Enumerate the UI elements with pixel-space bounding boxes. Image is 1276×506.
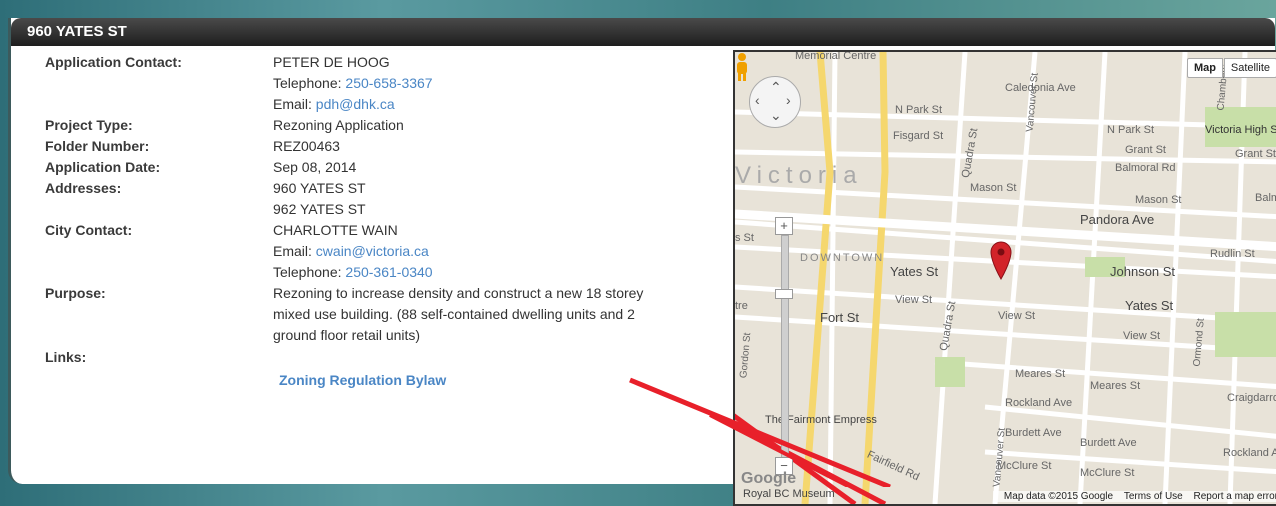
street-label: View St (895, 294, 933, 306)
pan-up-icon[interactable]: ⌃ (770, 79, 782, 96)
street-label: Memorial Centre (795, 50, 877, 62)
city-phone-link[interactable]: 250-361-0340 (345, 264, 432, 280)
city-contact-name: CHARLOTTE WAIN (273, 222, 398, 238)
application-contact-name: PETER DE HOOG (273, 54, 390, 70)
pegman-icon[interactable] (735, 52, 749, 82)
page-title: 960 YATES ST (27, 23, 127, 40)
location-marker-icon[interactable] (989, 240, 1013, 280)
project-type-value: Rezoning Application (273, 117, 404, 133)
street-label: McClure St (997, 460, 1052, 472)
purpose-line-1: Rezoning to increase density and constru… (273, 285, 644, 301)
application-contact-phone: Telephone: 250-658-3367 (273, 75, 433, 91)
street-label: Rockland Ave (1005, 397, 1073, 409)
purpose-line-3: ground floor retail units) (273, 327, 421, 343)
street-label: Burdett Ave (1005, 427, 1062, 439)
purpose-label: Purpose: (45, 285, 106, 301)
project-type-label: Project Type: (45, 117, 133, 133)
city-contact-phone: Telephone: 250-361-0340 (273, 264, 433, 280)
street-label: Grant St (1125, 144, 1166, 156)
links-label: Links: (45, 349, 87, 365)
address-2: 962 YATES ST (273, 201, 366, 217)
application-date-value: Sep 08, 2014 (273, 159, 357, 175)
map-type-map-button[interactable]: Map (1187, 58, 1223, 78)
zoom-slider-thumb[interactable] (775, 289, 793, 299)
street-label: Fort St (820, 310, 860, 325)
street-label: Yates St (890, 264, 939, 279)
place-label: Royal BC Museum (743, 488, 835, 500)
street-label: Yates St (1125, 298, 1174, 313)
street-label: Mason St (1135, 194, 1182, 206)
pan-left-icon[interactable]: ‹ (755, 92, 760, 108)
zoom-slider[interactable] (781, 235, 789, 459)
street-label: Rudlin St (1210, 248, 1255, 260)
street-label: Johnson St (1110, 264, 1176, 279)
zoom-in-button[interactable]: + (775, 217, 793, 235)
location-map[interactable]: Memorial Centre Caledonia Ave N Park St … (733, 50, 1276, 506)
street-label: Craigdarro (1227, 392, 1276, 404)
street-label: tre (735, 300, 748, 312)
application-date-label: Application Date: (45, 159, 161, 175)
application-contact-label: Application Contact: (45, 54, 182, 70)
area-label: DOWNTOWN (800, 252, 885, 264)
map-attribution: Map data ©2015 Google Terms of Use Repor… (992, 491, 1276, 502)
street-label: Burdett Ave (1080, 437, 1137, 449)
pan-right-icon[interactable]: › (786, 92, 791, 108)
pan-control[interactable]: ⌃ ⌄ ‹ › (749, 76, 801, 128)
city-contact-label: City Contact: (45, 222, 133, 238)
street-label: Balmo (1255, 192, 1276, 204)
street-label: Caledonia Ave (1005, 82, 1076, 94)
zoom-control: + − (775, 217, 793, 477)
street-label: Grant St (1235, 148, 1276, 160)
street-label: N Park St (895, 104, 943, 116)
app-email-link[interactable]: pdh@dhk.ca (316, 96, 395, 112)
application-contact-email: Email: pdh@dhk.ca (273, 96, 395, 112)
purpose-line-2: mixed use building. (88 self-contained d… (273, 306, 635, 322)
folder-number-value: REZ00463 (273, 138, 340, 154)
addresses-label: Addresses: (45, 180, 122, 196)
street-label: Balmoral Rd (1115, 162, 1176, 174)
zoning-bylaw-link[interactable]: Zoning Regulation Bylaw (279, 370, 446, 390)
city-contact-email: Email: cwain@victoria.ca (273, 243, 429, 259)
address-1: 960 YATES ST (273, 180, 366, 196)
street-label: Fisgard St (893, 130, 944, 142)
street-label: View St (1123, 330, 1161, 342)
street-label: View St (998, 310, 1036, 322)
pan-down-icon[interactable]: ⌄ (770, 107, 782, 124)
street-label: Meares St (1015, 368, 1066, 380)
city-email-link[interactable]: cwain@victoria.ca (316, 243, 429, 259)
street-label: s St (735, 232, 754, 244)
street-label: Rockland A (1223, 447, 1276, 459)
street-label: Victoria High Sc (1205, 124, 1276, 136)
app-phone-link[interactable]: 250-658-3367 (345, 75, 432, 91)
area-label: Victoria (735, 162, 863, 189)
street-label: Meares St (1090, 380, 1141, 392)
map-type-satellite-button[interactable]: Satellite (1223, 58, 1276, 78)
terms-of-use-link[interactable]: Terms of Use (1124, 491, 1183, 502)
report-map-error-link[interactable]: Report a map error (1194, 491, 1276, 502)
street-label: McClure St (1080, 467, 1135, 479)
folder-number-label: Folder Number: (45, 138, 150, 154)
application-panel: 960 YATES ST Application Contact: PETER … (8, 18, 1276, 506)
google-logo: Google (741, 470, 797, 487)
street-label: Pandora Ave (1080, 212, 1155, 227)
map-data-credit: Map data ©2015 Google (1003, 491, 1114, 502)
street-label: Mason St (970, 182, 1017, 194)
title-bar: 960 YATES ST (11, 18, 1275, 46)
street-label: N Park St (1107, 124, 1155, 136)
